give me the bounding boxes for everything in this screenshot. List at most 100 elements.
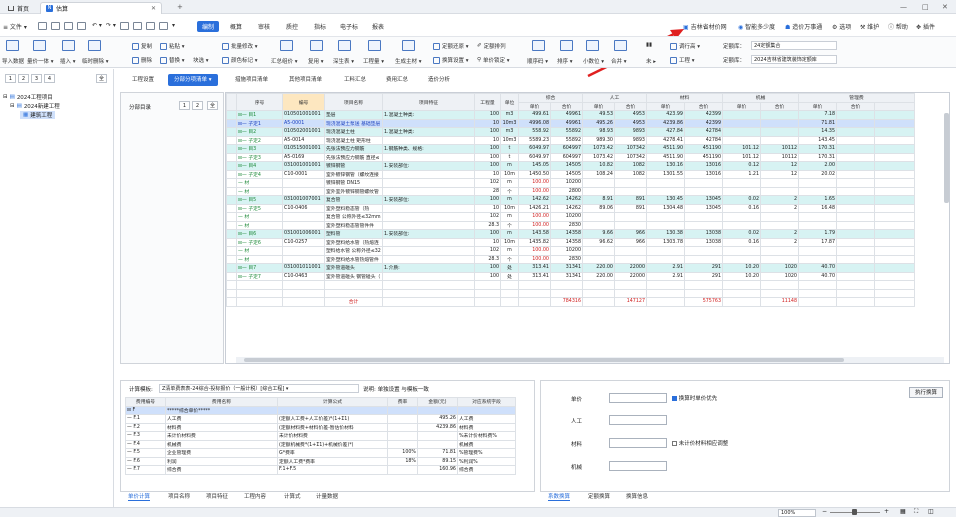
insert-button[interactable]: 插入 ▾ [60, 57, 76, 65]
cell-code[interactable] [282, 220, 325, 230]
cell-qty[interactable]: 10 [474, 237, 501, 247]
cell-code[interactable]: 010502001001 [282, 127, 325, 137]
calc-cell-amount[interactable] [417, 405, 458, 415]
cell-zp[interactable]: 100.00 [518, 186, 551, 196]
calc-cell-field[interactable]: 人工费 [457, 414, 516, 424]
tab-bill[interactable]: 分部分项清单 ▾ [168, 74, 218, 86]
calc-cell-formula[interactable]: F.1+F.5 [277, 465, 388, 475]
cell-unit[interactable]: m [500, 246, 519, 256]
undo-icon[interactable]: ↶ ▾ [92, 22, 102, 29]
cell-zp[interactable]: 6049.97 [518, 144, 551, 154]
cell-gt[interactable] [836, 161, 875, 171]
cell-seq[interactable]: ⊟— 目3 [236, 144, 283, 154]
cell-cp[interactable] [646, 186, 685, 196]
table-row[interactable]: ⊟— 目4 031001001001 镀锌钢管 1.安装部位: 100 m 145.05 14… [226, 161, 915, 171]
tab-project-settings[interactable]: 工程设置 [126, 74, 160, 86]
cell-gt[interactable] [836, 178, 875, 188]
split-icon[interactable]: ◫ [928, 508, 934, 515]
menu-report[interactable]: 报表 [372, 22, 384, 31]
cell-cp[interactable]: 2.91 [646, 263, 685, 273]
cell-unit[interactable]: 10m [500, 169, 519, 179]
cell-seq[interactable]: — 材 [236, 178, 283, 188]
cell-zt[interactable]: 10200 [550, 178, 583, 188]
cell-ct[interactable]: 42784 [684, 135, 723, 145]
price-lock-button[interactable]: ⚲ 单价锁定 ▾ [477, 56, 510, 64]
temp-delete-icon[interactable] [88, 40, 101, 51]
cell-name[interactable]: 镀锌钢管 DN15 [324, 178, 383, 188]
cell-jp[interactable] [722, 118, 761, 128]
cell-zt[interactable]: 10200 [550, 246, 583, 256]
calc-cell-field[interactable]: 材料费 [457, 422, 516, 432]
cell-qty[interactable]: 102 [474, 246, 501, 256]
cell-gt[interactable] [836, 135, 875, 145]
cell-jp[interactable]: 0.12 [722, 161, 761, 171]
cell-zt[interactable]: 2830 [550, 254, 583, 264]
cell-rt[interactable]: 4953 [614, 110, 647, 120]
cell-qty[interactable]: 100 [474, 161, 501, 171]
tab-home[interactable]: 首页 [3, 2, 34, 14]
tab-others[interactable]: 其他项目清单 [283, 74, 328, 86]
cell-zp[interactable]: 4996.08 [518, 118, 551, 128]
decimal-button[interactable]: 小数位 ▾ [583, 57, 604, 65]
cell-code[interactable]: A5-0169 [282, 152, 325, 162]
cell-zt[interactable]: 604997 [550, 152, 583, 162]
cell-gt[interactable] [836, 186, 875, 196]
tab-conv-info[interactable]: 换算信息 [626, 492, 648, 500]
cell-ct[interactable]: 42784 [684, 127, 723, 137]
cell-zp[interactable]: 100.00 [518, 220, 551, 230]
collapse-icon[interactable]: ⊟ [10, 103, 15, 109]
cell-rp[interactable]: 108.24 [582, 169, 615, 179]
order-icon[interactable] [532, 40, 545, 51]
cell-zp[interactable]: 100.00 [518, 254, 551, 264]
cell-rp[interactable] [582, 212, 615, 222]
cell-jt[interactable]: 12 [760, 169, 799, 179]
cell-unit[interactable]: m [500, 178, 519, 188]
cell-rp[interactable] [582, 178, 615, 188]
cell-rp[interactable]: 98.93 [582, 127, 615, 137]
calc-cell-rate[interactable]: 18% [387, 456, 418, 466]
cell-jt[interactable] [760, 178, 799, 188]
cell-unit[interactable]: 个 [500, 186, 519, 196]
cell-zp[interactable]: 100.00 [518, 212, 551, 222]
cell-name[interactable]: 室外塑料稳态管管件件 [324, 220, 383, 230]
cell-cp[interactable]: 1303.78 [646, 237, 685, 247]
cell-cp[interactable]: 427.84 [646, 127, 685, 137]
cell-jt[interactable] [760, 118, 799, 128]
cell-unit[interactable]: 个 [500, 254, 519, 264]
cell-seq[interactable]: ⊟— 目2 [236, 127, 283, 137]
cell-rt[interactable]: 1082 [614, 169, 647, 179]
cell-x[interactable] [874, 195, 915, 205]
tab-coef-conv[interactable]: 系数换算 [548, 492, 571, 501]
cell-ct[interactable]: 13045 [684, 195, 723, 205]
cell-rt[interactable] [614, 186, 647, 196]
insert-icon[interactable] [62, 40, 75, 51]
cell-seq[interactable]: ⊟— 子定4 [236, 169, 283, 179]
calc-cell-rate[interactable] [387, 414, 418, 424]
cell-zp[interactable]: 1450.50 [518, 169, 551, 179]
cell-gp[interactable] [798, 212, 837, 222]
cell-ct[interactable]: 13038 [684, 237, 723, 247]
cell-jt[interactable]: 10112 [760, 144, 799, 154]
cell-seq[interactable]: ⊟— 子定5 [236, 203, 283, 213]
table-icon[interactable] [146, 22, 155, 30]
calc-cell-name[interactable]: 企业管理费 [165, 448, 278, 458]
cell-zp[interactable]: 142.62 [518, 195, 551, 205]
cell-ct[interactable]: 42399 [684, 110, 723, 120]
quota-set-select[interactable]: 24定额集合 [751, 41, 837, 50]
cell-seq[interactable]: ⊟— 目5 [236, 195, 283, 205]
cell-jt[interactable]: 2 [760, 237, 799, 247]
cell-qty[interactable]: 10 [474, 135, 501, 145]
level-2-button[interactable]: 2 [18, 74, 29, 83]
plugin-button[interactable]: ✥ 插件 [916, 22, 935, 31]
cell-gp[interactable] [798, 220, 837, 230]
cell-x[interactable] [874, 118, 915, 128]
vertical-scrollbar[interactable] [944, 113, 949, 203]
cell-unit[interactable]: 10m [500, 237, 519, 247]
cell-gp[interactable]: 71.81 [798, 118, 837, 128]
cell-zt[interactable]: 55892 [550, 127, 583, 137]
tab-quota-conv[interactable]: 定额换算 [588, 492, 610, 500]
minimize-button[interactable]: — [900, 3, 907, 11]
level-3-button[interactable]: 3 [31, 74, 42, 83]
cell-rp[interactable] [582, 186, 615, 196]
tab-item-name[interactable]: 项目名称 [168, 492, 190, 500]
